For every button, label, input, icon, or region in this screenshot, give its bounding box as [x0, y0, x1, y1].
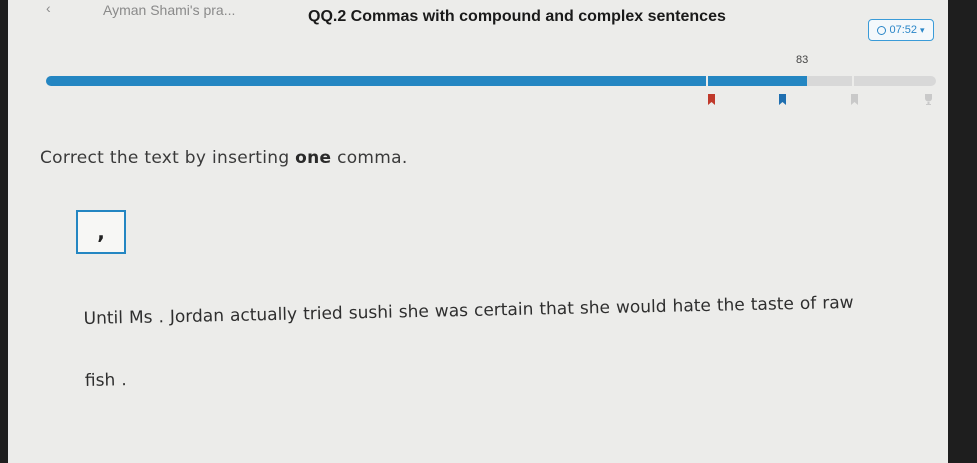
sentence-word[interactable]: raw [822, 272, 855, 335]
timer-value: 07:52 [889, 24, 917, 36]
practice-screen: ‹ Ayman Shami's pra... QQ.2 Commas with … [8, 0, 948, 463]
sentence-word[interactable]: Until [83, 287, 124, 350]
sentence-word[interactable]: she [398, 281, 430, 344]
comma-tile[interactable]: , [76, 210, 126, 254]
prompt-text: Correct the text by inserting [40, 148, 296, 168]
sentence-word[interactable]: taste [750, 273, 794, 336]
back-chevron-icon[interactable]: ‹ [46, 0, 51, 16]
prompt-text-end: comma. [331, 148, 408, 168]
sentence-word[interactable]: actually [229, 284, 298, 347]
score-label: 83 [796, 54, 809, 66]
skill-title: QQ.2 Commas with compound and complex se… [308, 8, 726, 25]
bookmark-flag-icon [779, 94, 786, 105]
sentence-word[interactable]: fish [84, 349, 116, 412]
trophy-icon [924, 94, 932, 105]
sentence-word[interactable]: hate [672, 275, 712, 338]
sentence-word[interactable]: of [799, 273, 817, 335]
sentence-word[interactable]: that [539, 278, 575, 341]
progress-tick [852, 76, 854, 86]
clock-icon [877, 25, 887, 35]
progress-fill [46, 76, 807, 86]
sentence-word[interactable]: Jordan [169, 285, 225, 348]
prompt-emphasis: one [295, 148, 332, 168]
bookmark-flag-icon [708, 94, 715, 105]
progress-area: 83 [46, 52, 936, 122]
sentence-word[interactable]: was [434, 280, 469, 343]
progress-track [46, 76, 936, 86]
sentence-word[interactable]: tried [302, 283, 343, 346]
comma-symbol: , [97, 220, 105, 244]
sentence-word[interactable]: . [158, 286, 165, 348]
chevron-down-icon: ▾ [920, 24, 925, 35]
sentence-text: Until Ms. Jordan actually tried sushi she was ce… [83, 270, 945, 412]
sentence-word[interactable]: sushi [348, 282, 393, 345]
sentence-word[interactable]: she [579, 277, 611, 340]
progress-tick [706, 76, 708, 86]
sentence-word[interactable]: certain [473, 279, 534, 342]
breadcrumb[interactable]: Ayman Shami's pra... [103, 2, 235, 18]
timer-button[interactable]: 07:52 ▾ [868, 19, 934, 41]
sentence-word[interactable]: the [716, 274, 745, 337]
sentence-word[interactable]: Ms [128, 287, 153, 349]
top-bar: ‹ Ayman Shami's pra... QQ.2 Commas with … [8, 0, 948, 41]
question-prompt: Correct the text by inserting one comma. [40, 148, 408, 168]
bookmark-flag-icon [851, 94, 858, 105]
sentence-word[interactable]: would [615, 276, 667, 339]
sentence-word[interactable]: . [121, 349, 128, 411]
